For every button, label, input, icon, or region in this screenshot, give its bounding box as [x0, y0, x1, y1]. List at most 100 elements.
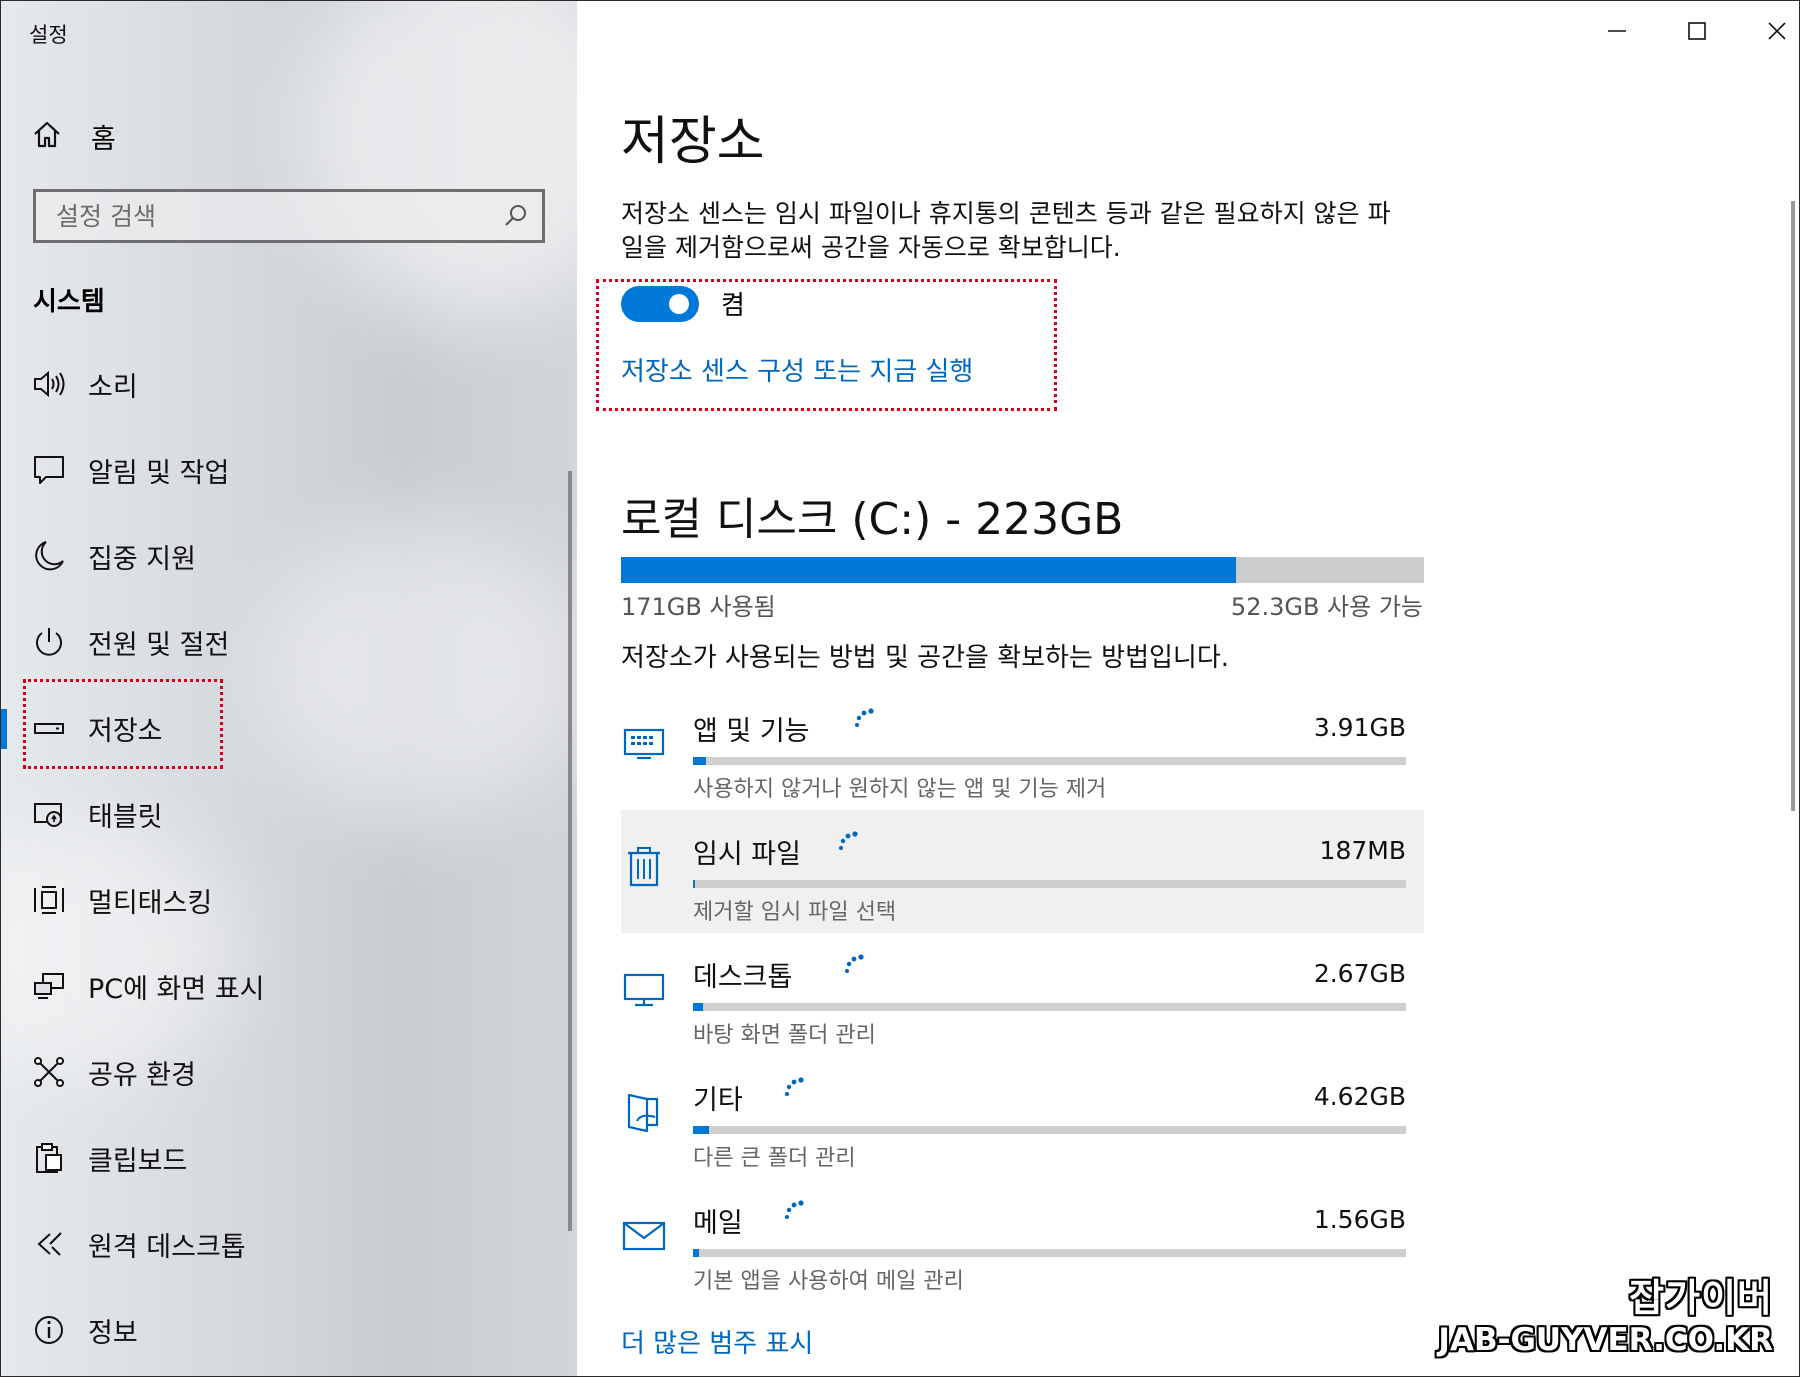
category-usage-bar	[693, 1249, 1406, 1257]
category-usage-bar	[693, 1126, 1406, 1134]
sidebar: 설정 홈 시스템 소리 알	[1, 1, 577, 1376]
loading-spinner-icon	[785, 1200, 804, 1219]
minimize-button[interactable]	[1587, 11, 1647, 55]
category-description: 다른 큰 폴더 관리	[693, 1146, 856, 1171]
content-pane: 저장소 저장소 센스는 임시 파일이나 휴지통의 콘텐츠 등과 같은 필요하지 …	[577, 1, 1799, 1376]
disk-usage-fill	[621, 557, 1237, 583]
sidebar-item-label: 정보	[88, 1317, 138, 1349]
section-header: 시스템	[33, 287, 105, 317]
category-temp-files[interactable]: 임시 파일 187MB 제거할 임시 파일 선택	[621, 810, 1424, 933]
disk-used-label: 171GB 사용됨	[621, 593, 776, 621]
multitasking-icon	[29, 880, 69, 920]
toggle-knob	[669, 293, 689, 314]
home-icon	[31, 118, 63, 154]
category-apps[interactable]: 앱 및 기능 3.91GB 사용하지 않거나 원하지 않는 앱 및 기능 제거	[621, 687, 1424, 810]
category-usage-bar	[693, 1003, 1406, 1011]
sidebar-item-clipboard[interactable]: 클립보드	[1, 1115, 577, 1201]
sidebar-item-focus-assist[interactable]: 집중 지원	[1, 513, 577, 599]
sidebar-nav: 소리 알림 및 작업 집중 지원 전원 및 절전 저장소 태블릿 멀티태스킹 P…	[1, 341, 577, 1373]
content-scrollbar[interactable]	[1791, 201, 1795, 811]
sidebar-item-label: 공유 환경	[88, 1059, 196, 1091]
category-size: 3.91GB	[1313, 713, 1406, 742]
storage-icon	[29, 708, 69, 748]
info-icon	[29, 1310, 69, 1350]
sidebar-item-label: 집중 지원	[88, 543, 196, 575]
watermark: 잡가이버 JAB-GUYVER.CO.KR	[1438, 1267, 1773, 1358]
sidebar-item-sound[interactable]: 소리	[1, 341, 577, 427]
close-icon	[1766, 20, 1788, 46]
shared-experience-icon	[29, 1052, 69, 1092]
sidebar-item-label: 저장소	[88, 715, 163, 747]
sidebar-item-label: 원격 데스크톱	[88, 1231, 246, 1263]
storage-sense-config-link[interactable]: 저장소 센스 구성 또는 지금 실행	[621, 351, 973, 388]
sidebar-item-label: 전원 및 절전	[88, 629, 230, 661]
storage-sense-description: 저장소 센스는 임시 파일이나 휴지통의 콘텐츠 등과 같은 필요하지 않은 파…	[621, 199, 1391, 262]
category-other[interactable]: 기타 4.62GB 다른 큰 폴더 관리	[621, 1056, 1424, 1179]
apps-icon	[621, 721, 667, 767]
folder-icon	[621, 1090, 667, 1136]
category-size: 4.62GB	[1313, 1082, 1406, 1111]
category-name: 기타	[693, 1085, 743, 1116]
sidebar-item-tablet[interactable]: 태블릿	[1, 771, 577, 857]
maximize-button[interactable]	[1667, 11, 1727, 55]
search-box[interactable]	[33, 189, 545, 243]
category-usage-fill	[693, 757, 706, 765]
desktop-icon	[621, 967, 667, 1013]
category-description: 기본 앱을 사용하여 메일 관리	[693, 1269, 964, 1294]
category-mail[interactable]: 메일 1.56GB 기본 앱을 사용하여 메일 관리	[621, 1179, 1424, 1302]
settings-window: 설정 홈 시스템 소리 알	[0, 0, 1800, 1377]
category-usage-fill	[693, 1249, 700, 1257]
sidebar-item-notifications[interactable]: 알림 및 작업	[1, 427, 577, 513]
sidebar-backdrop-blur	[301, 1, 577, 321]
trash-icon	[621, 844, 667, 890]
remote-desktop-icon	[29, 1224, 69, 1264]
category-name: 데스크톱	[693, 962, 793, 993]
close-button[interactable]	[1747, 11, 1799, 55]
storage-sense-toggle[interactable]	[621, 285, 699, 322]
speaker-icon	[29, 364, 69, 404]
category-size: 1.56GB	[1313, 1205, 1406, 1234]
category-usage-fill	[693, 1003, 703, 1011]
clipboard-icon	[29, 1138, 69, 1178]
category-usage-fill	[693, 1126, 709, 1134]
sidebar-item-remote-desktop[interactable]: 원격 데스크톱	[1, 1201, 577, 1287]
watermark-url: JAB-GUYVER.CO.KR	[1438, 1322, 1773, 1358]
category-size: 187MB	[1319, 836, 1406, 865]
category-name: 임시 파일	[693, 839, 801, 870]
show-more-categories-link[interactable]: 더 많은 범주 표시	[621, 1323, 813, 1360]
project-icon	[29, 966, 69, 1006]
sidebar-scrollbar[interactable]	[568, 471, 572, 1231]
tablet-icon	[29, 794, 69, 834]
sidebar-item-multitasking[interactable]: 멀티태스킹	[1, 857, 577, 943]
sidebar-item-label: 홈	[91, 123, 116, 155]
category-description: 바탕 화면 폴더 관리	[693, 1023, 876, 1048]
sidebar-item-label: 태블릿	[88, 801, 163, 833]
search-input[interactable]	[36, 200, 496, 232]
sidebar-item-label: 멀티태스킹	[88, 887, 213, 919]
page-title: 저장소	[621, 112, 765, 172]
mail-icon	[621, 1213, 667, 1259]
category-description: 제거할 임시 파일 선택	[693, 900, 897, 925]
category-usage-bar	[693, 880, 1406, 888]
loading-spinner-icon	[785, 1077, 804, 1096]
category-description: 사용하지 않거나 원하지 않는 앱 및 기능 제거	[693, 777, 1107, 802]
disk-free-label: 52.3GB 사용 가능	[1230, 593, 1423, 621]
power-icon	[29, 622, 69, 662]
category-usage-fill	[693, 880, 696, 888]
sidebar-item-power[interactable]: 전원 및 절전	[1, 599, 577, 685]
category-desktop[interactable]: 데스크톱 2.67GB 바탕 화면 폴더 관리	[621, 933, 1424, 1056]
storage-sense-toggle-row: 켬	[621, 285, 745, 322]
sidebar-item-home[interactable]: 홈	[31, 113, 116, 159]
sidebar-item-shared[interactable]: 공유 환경	[1, 1029, 577, 1115]
minimize-icon	[1606, 20, 1628, 46]
loading-spinner-icon	[845, 954, 864, 973]
sidebar-item-label: PC에 화면 표시	[88, 973, 265, 1005]
sidebar-item-project[interactable]: PC에 화면 표시	[1, 943, 577, 1029]
category-name: 메일	[693, 1208, 743, 1239]
notification-icon	[29, 450, 69, 490]
search-icon[interactable]	[496, 196, 536, 236]
sidebar-item-about[interactable]: 정보	[1, 1287, 577, 1373]
app-title: 설정	[29, 23, 68, 47]
loading-spinner-icon	[839, 831, 858, 850]
sidebar-item-storage[interactable]: 저장소	[1, 685, 577, 771]
